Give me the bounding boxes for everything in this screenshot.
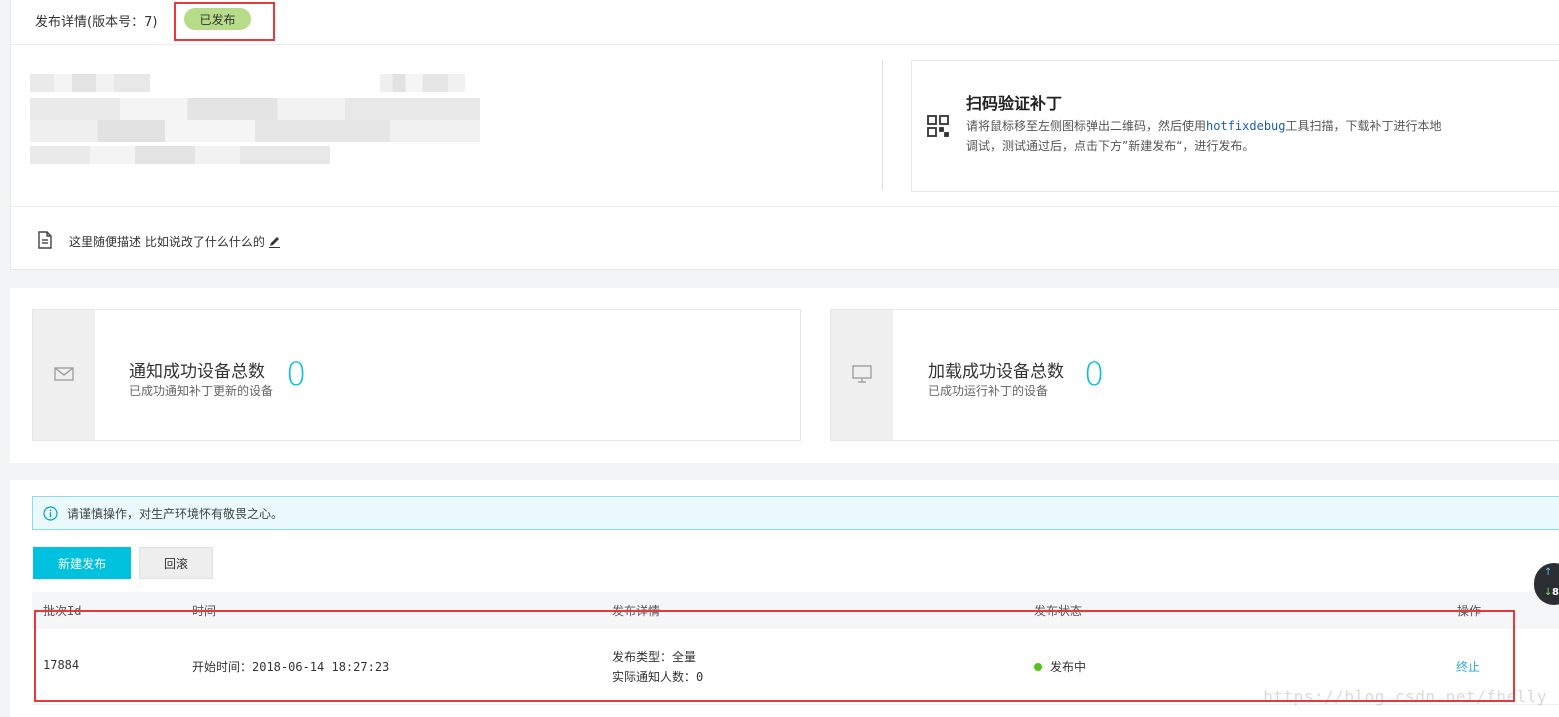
alert-text: 请谨慎操作，对生产环境怀有敬畏之心。 bbox=[67, 506, 284, 521]
stat-subtitle: 已成功通知补丁更新的设备 bbox=[129, 384, 274, 398]
upload-arrow-icon: ↑ bbox=[1544, 567, 1553, 578]
stat-icon-box bbox=[831, 310, 893, 440]
document-icon bbox=[37, 231, 53, 252]
release-description: 这里随便描述 比如说改了什么什么的 bbox=[69, 233, 281, 250]
stat-value: 0 bbox=[1084, 355, 1105, 393]
stat-value: 0 bbox=[286, 355, 307, 393]
rollback-button[interactable]: 回滚 bbox=[139, 547, 213, 579]
description-divider bbox=[10, 206, 1559, 207]
qr-card-desc-line1: 请将鼠标移至左侧图标弹出二维码，然后使用hotfixdebug工具扫描，下载补丁… bbox=[966, 117, 1442, 134]
stat-subtitle: 已成功运行补丁的设备 bbox=[928, 384, 1049, 398]
stat-title: 加载成功设备总数 bbox=[928, 362, 1064, 382]
pencil-icon[interactable] bbox=[268, 235, 281, 248]
speed-value: 8 bbox=[1552, 587, 1559, 598]
monitor-icon bbox=[852, 364, 872, 386]
qr-desc-post: 工具扫描，下载补丁进行本地 bbox=[1285, 119, 1442, 133]
qr-desc-tool: hotfixdebug bbox=[1206, 119, 1286, 133]
vertical-divider bbox=[882, 60, 883, 190]
stat-card-loaded: 加载成功设备总数 已成功运行补丁的设备 0 bbox=[830, 309, 1559, 441]
info-icon bbox=[43, 505, 58, 521]
mail-icon bbox=[54, 366, 74, 384]
qr-desc-pre: 请将鼠标移至左侧图标弹出二维码，然后使用 bbox=[966, 119, 1207, 133]
highlight-box-status bbox=[174, 2, 275, 41]
header-divider bbox=[10, 44, 1559, 45]
qr-code-icon[interactable] bbox=[926, 114, 950, 138]
description-text: 这里随便描述 比如说改了什么什么的 bbox=[69, 235, 265, 249]
stat-title: 通知成功设备总数 bbox=[129, 362, 265, 382]
qr-card-title: 扫码验证补丁 bbox=[966, 94, 1063, 113]
qr-card-desc-line2: 调试，测试通过后，点击下方”新建发布“，进行发布。 bbox=[966, 139, 1255, 153]
page-title: 发布详情(版本号：7) bbox=[35, 15, 158, 30]
stat-icon-box bbox=[33, 310, 95, 440]
new-release-button[interactable]: 新建发布 bbox=[33, 547, 131, 579]
watermark: https://blog.csdn.net/fhelly bbox=[1263, 687, 1547, 706]
stat-card-notified: 通知成功设备总数 已成功通知补丁更新的设备 0 bbox=[32, 309, 801, 441]
warning-alert: 请谨慎操作，对生产环境怀有敬畏之心。 bbox=[32, 496, 1559, 530]
